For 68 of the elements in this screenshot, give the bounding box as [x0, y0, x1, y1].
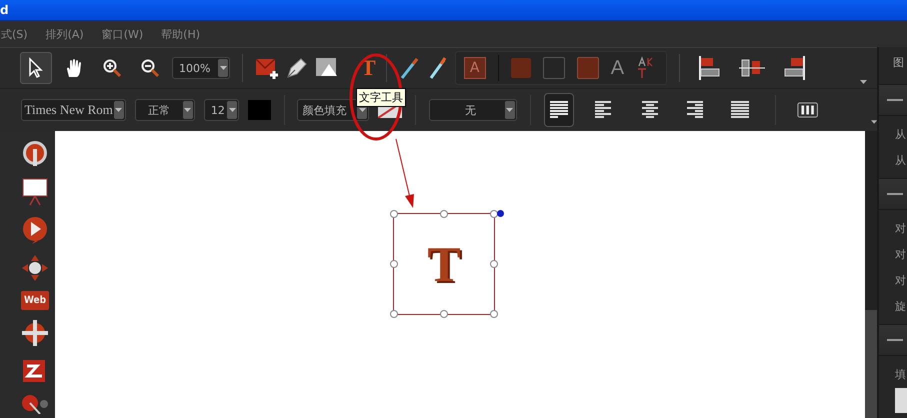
align-justify-icon — [729, 100, 752, 120]
caret-icon — [220, 66, 226, 70]
fill-stroke-swatch[interactable] — [576, 57, 599, 79]
envelope-plus-icon[interactable] — [255, 56, 279, 80]
window-title: d — [0, 3, 9, 17]
caret-icon — [115, 108, 122, 112]
align-fill-icon — [548, 100, 570, 120]
input-field[interactable] — [895, 388, 907, 413]
resize-handle[interactable] — [440, 310, 448, 318]
property-label: 对 — [894, 247, 906, 263]
shape-icon[interactable] — [315, 57, 339, 79]
caret-icon — [506, 108, 514, 112]
play-icon[interactable] — [20, 215, 50, 245]
resize-handle[interactable] — [390, 310, 398, 318]
line-style-dropdown[interactable]: 无 — [428, 99, 517, 121]
projector-screen-icon[interactable] — [20, 177, 50, 207]
vertical-scrollbar[interactable] — [865, 131, 877, 418]
text-object: T — [427, 235, 461, 293]
property-label: 从 — [894, 127, 906, 143]
tooltip: 文字工具 — [356, 88, 406, 107]
columns-icon[interactable] — [796, 101, 818, 119]
overflow-caret-icon[interactable] — [870, 120, 878, 124]
pointer-icon — [27, 57, 45, 79]
menu-item[interactable]: 式(S) — [1, 26, 28, 42]
brush-icon[interactable] — [398, 56, 421, 80]
resize-handle[interactable] — [490, 210, 498, 218]
property-label: 旋 — [894, 299, 906, 315]
section-collapse-bar[interactable] — [879, 84, 907, 116]
select-tool-button[interactable] — [20, 52, 52, 84]
panel-tab[interactable]: 图 — [879, 47, 904, 80]
resize-handle[interactable] — [390, 260, 398, 268]
pen-icon[interactable] — [285, 56, 309, 80]
annotation-arrow — [396, 138, 414, 208]
stroke-swatch[interactable] — [542, 57, 565, 79]
menu-item[interactable]: 窗口(W) — [102, 26, 144, 42]
zoom-out-icon — [140, 58, 160, 78]
caret-icon — [184, 108, 192, 112]
rotate-handle[interactable] — [497, 210, 504, 217]
font-style-button[interactable]: A — [610, 56, 624, 80]
resize-handle[interactable] — [490, 310, 498, 318]
move-icon[interactable] — [20, 318, 50, 348]
zoom-dropdown[interactable]: 100% — [172, 57, 230, 79]
resize-handle[interactable] — [490, 260, 498, 268]
font-weight-dropdown[interactable]: 正常 — [134, 99, 195, 121]
font-dropdown[interactable]: Times New Rom — [20, 99, 126, 121]
font-size-dropdown[interactable]: 12 — [204, 99, 240, 121]
section-collapse-bar[interactable] — [879, 178, 907, 210]
resize-handle[interactable] — [390, 210, 398, 218]
resize-handle[interactable] — [440, 210, 448, 218]
property-label: 对 — [894, 273, 906, 289]
scrollbar-thumb[interactable] — [865, 310, 877, 418]
navigation-icon[interactable] — [20, 253, 50, 283]
fill-swatch[interactable] — [510, 58, 531, 78]
overflow-caret-icon[interactable] — [860, 80, 867, 84]
align-fill-button[interactable] — [544, 93, 574, 127]
hand-icon — [64, 57, 84, 79]
caret-icon — [228, 108, 236, 112]
text-color-swatch[interactable] — [248, 100, 271, 120]
record-icon[interactable] — [20, 139, 50, 169]
zoom-in-icon — [102, 58, 122, 78]
joystick-icon[interactable] — [20, 394, 50, 414]
menu-item[interactable]: 帮助(H) — [161, 26, 200, 42]
section-collapse-bar[interactable] — [879, 324, 907, 356]
property-label: 对 — [894, 221, 906, 237]
web-tool-button[interactable]: Web — [20, 291, 50, 310]
property-label: 填 — [894, 367, 906, 383]
property-label: 从 — [894, 153, 906, 169]
menu-item[interactable]: 排列(A) — [46, 26, 84, 42]
